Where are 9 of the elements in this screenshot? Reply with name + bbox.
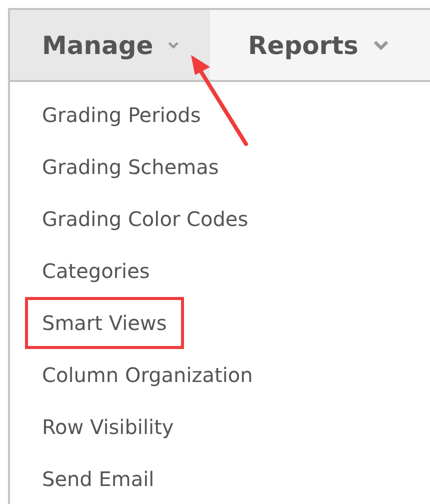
menu-item[interactable]: Row Visibility — [25, 401, 191, 453]
menu-item[interactable]: Smart Views — [25, 297, 184, 349]
menu-item[interactable]: Grading Color Codes — [25, 193, 266, 245]
menu-tab[interactable]: Manage — [10, 10, 210, 80]
menu-item[interactable]: Send Email — [25, 453, 172, 504]
menu-item[interactable]: Grading Periods — [25, 89, 218, 141]
menu-item[interactable]: Column Organization — [25, 349, 270, 401]
menu-item[interactable]: Grading Schemas — [25, 141, 236, 193]
menu-item[interactable]: Categories — [25, 245, 167, 297]
